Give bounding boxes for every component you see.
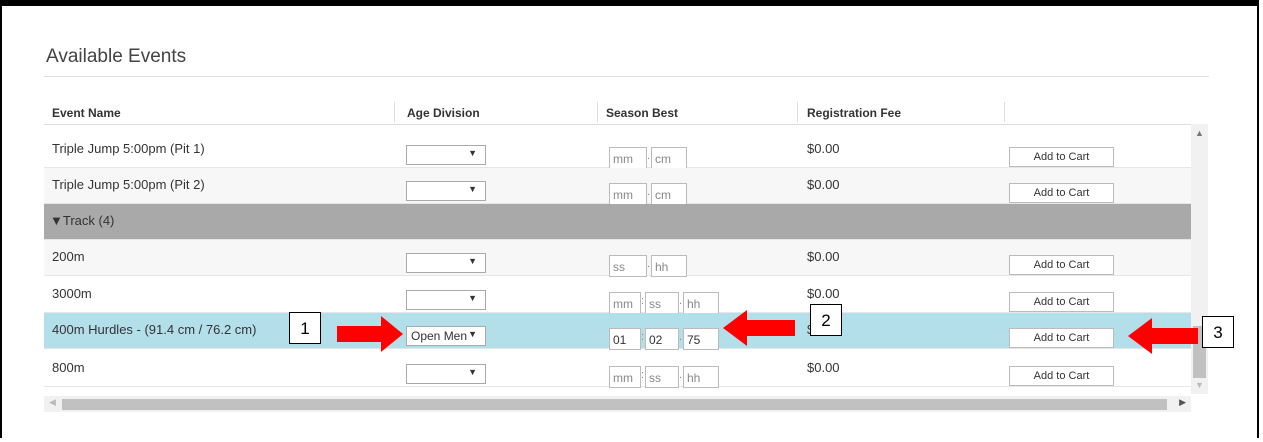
field-separator: : bbox=[641, 295, 645, 307]
table-row[interactable]: 3000m ▼ mm: ss. hh $0.00 Add to Cart bbox=[44, 277, 1191, 314]
season-best-field[interactable]: mm bbox=[609, 366, 641, 388]
event-name: 200m bbox=[52, 249, 85, 264]
field-separator: . bbox=[647, 186, 651, 198]
triangle-down-icon: ▼ bbox=[468, 329, 477, 339]
scroll-thumb-horizontal[interactable] bbox=[62, 399, 1167, 410]
callout-1: 1 bbox=[289, 312, 321, 344]
screenshot-frame: Available Events Event Name Age Division… bbox=[0, 0, 1259, 438]
field-separator: . bbox=[679, 295, 683, 307]
season-best-field[interactable]: mm bbox=[609, 292, 641, 314]
scroll-right-icon[interactable]: ▶ bbox=[1179, 397, 1186, 408]
callout-2: 2 bbox=[810, 304, 842, 336]
triangle-down-icon: ▼ bbox=[468, 367, 477, 377]
season-best-field[interactable]: cm bbox=[651, 183, 687, 205]
triangle-down-icon: ▼ bbox=[468, 184, 477, 194]
season-best-field[interactable]: ss bbox=[645, 292, 679, 314]
col-divider bbox=[1004, 102, 1005, 122]
season-best-field[interactable]: mm bbox=[609, 147, 647, 169]
col-divider bbox=[597, 102, 598, 122]
age-division-value: Open Men bbox=[411, 329, 468, 343]
age-division-select[interactable]: ▼ bbox=[406, 290, 486, 310]
age-division-select[interactable]: ▼ bbox=[406, 145, 486, 165]
field-separator: : bbox=[641, 331, 645, 343]
registration-fee: $0.00 bbox=[807, 360, 840, 375]
event-name: Triple Jump 5:00pm (Pit 2) bbox=[52, 177, 205, 192]
event-name: Triple Jump 5:00pm (Pit 1) bbox=[52, 141, 205, 156]
registration-fee: $0.00 bbox=[807, 286, 840, 301]
registration-fee: $0.00 bbox=[807, 141, 840, 156]
scroll-up-icon[interactable]: ▲ bbox=[1195, 128, 1204, 138]
group-label[interactable]: ▼Track (4) bbox=[50, 213, 114, 228]
add-to-cart-button[interactable]: Add to Cart bbox=[1009, 183, 1114, 203]
registration-fee: $0.00 bbox=[807, 249, 840, 264]
red-arrow-left-icon bbox=[723, 310, 795, 346]
event-name: 800m bbox=[52, 360, 85, 375]
season-best-field[interactable]: hh bbox=[683, 292, 719, 314]
scroll-down-icon[interactable]: ▼ bbox=[1195, 380, 1204, 390]
table-row[interactable]: Triple Jump 5:00pm (Pit 1) ▼ mm. cm $0.00 Add… bbox=[44, 132, 1191, 169]
col-divider bbox=[394, 102, 395, 122]
season-best-field[interactable]: ss bbox=[609, 255, 647, 277]
add-to-cart-button[interactable]: Add to Cart bbox=[1009, 292, 1114, 312]
table-header: Event Name Age Division Season Best Regi… bbox=[44, 102, 1208, 125]
table-row[interactable]: Triple Jump 5:00pm (Pit 2) ▼ mm. cm $0.00 Add… bbox=[44, 168, 1191, 205]
field-separator: . bbox=[679, 369, 683, 381]
group-row-track[interactable]: ▼Track (4) bbox=[44, 204, 1191, 240]
field-separator: . bbox=[679, 331, 683, 343]
horizontal-scrollbar[interactable]: ◀ ▶ bbox=[44, 396, 1191, 412]
season-best-field[interactable]: ss bbox=[645, 366, 679, 388]
age-division-select[interactable]: ▼ bbox=[406, 364, 486, 384]
age-division-select[interactable]: Open Men ▼ bbox=[406, 326, 486, 346]
season-best-field[interactable]: 02 bbox=[645, 328, 679, 350]
season-best-field[interactable]: mm bbox=[609, 183, 647, 205]
age-division-select[interactable]: ▼ bbox=[406, 181, 486, 201]
table-row[interactable]: 200m ▼ ss. hh $0.00 Add to Cart bbox=[44, 240, 1191, 277]
col-season-best[interactable]: Season Best bbox=[606, 106, 678, 120]
season-best-field[interactable]: hh bbox=[651, 255, 687, 277]
table-row[interactable]: 800m ▼ mm: ss. hh $0.00 Add to Cart bbox=[44, 351, 1191, 388]
col-age-division[interactable]: Age Division bbox=[407, 106, 480, 120]
add-to-cart-button[interactable]: Add to Cart bbox=[1009, 328, 1114, 348]
season-best-field[interactable]: hh bbox=[683, 366, 719, 388]
events-grid: Triple Jump 5:00pm (Pit 1) ▼ mm. cm $0.00 Add… bbox=[44, 124, 1191, 394]
event-name: 400m Hurdles - (91.4 cm / 76.2 cm) bbox=[52, 322, 257, 337]
field-separator: . bbox=[647, 150, 651, 162]
field-separator: : bbox=[641, 369, 645, 381]
callout-3: 3 bbox=[1202, 316, 1234, 348]
season-best-field[interactable]: 75 bbox=[683, 328, 719, 350]
col-event-name[interactable]: Event Name bbox=[52, 106, 121, 120]
age-division-select[interactable]: ▼ bbox=[406, 253, 486, 273]
add-to-cart-button[interactable]: Add to Cart bbox=[1009, 366, 1114, 386]
season-best-field[interactable]: cm bbox=[651, 147, 687, 169]
title-divider bbox=[44, 76, 1209, 77]
col-divider bbox=[797, 102, 798, 122]
triangle-down-icon: ▼ bbox=[468, 148, 477, 158]
add-to-cart-button[interactable]: Add to Cart bbox=[1009, 255, 1114, 275]
registration-fee: $0.00 bbox=[807, 177, 840, 192]
triangle-down-icon: ▼ bbox=[468, 256, 477, 266]
scroll-left-icon[interactable]: ◀ bbox=[49, 397, 56, 408]
season-best-field[interactable]: 01 bbox=[609, 328, 641, 350]
col-registration-fee[interactable]: Registration Fee bbox=[807, 106, 901, 120]
field-separator: . bbox=[647, 258, 651, 270]
event-name: 3000m bbox=[52, 286, 92, 301]
page-title: Available Events bbox=[46, 46, 187, 67]
triangle-down-icon: ▼ bbox=[468, 293, 477, 303]
red-arrow-right-icon bbox=[337, 316, 403, 352]
red-arrow-left-icon bbox=[1128, 318, 1198, 354]
table-row[interactable]: 400m Hurdles - (91.4 cm / 76.2 cm) Open M… bbox=[44, 313, 1191, 350]
add-to-cart-button[interactable]: Add to Cart bbox=[1009, 147, 1114, 167]
